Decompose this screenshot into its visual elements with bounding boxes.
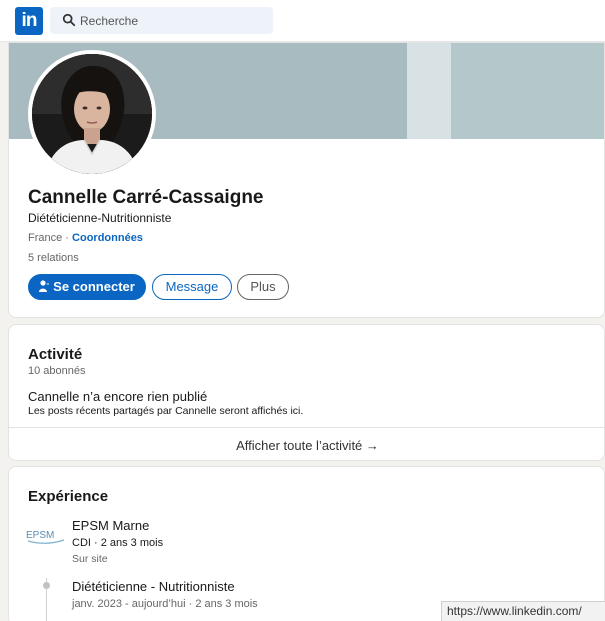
connect-button[interactable]: Se connecter — [28, 274, 146, 300]
activity-card: Activité 10 abonnés Cannelle n’a encore … — [8, 324, 605, 461]
contract-duration: CDI · 2 ans 3 mois — [72, 537, 164, 549]
banner-panel-right — [451, 43, 604, 139]
top-navigation: in — [0, 0, 605, 42]
connect-button-label: Se connecter — [53, 279, 135, 294]
profile-name: Cannelle Carré-Cassaigne — [28, 187, 264, 208]
message-button[interactable]: Message — [152, 274, 232, 300]
company-logo[interactable]: EPSM — [26, 526, 66, 548]
company-name[interactable]: EPSM Marne — [72, 518, 149, 533]
role-dates: janv. 2023 - aujourd’hui · 2 ans 3 mois — [72, 598, 258, 610]
status-bar-url: https://www.linkedin.com/ — [441, 601, 605, 621]
search-bar[interactable] — [50, 7, 273, 34]
activity-divider — [9, 427, 604, 428]
profile-location: France — [28, 232, 63, 244]
role-title: Diététicienne - Nutritionniste — [72, 579, 235, 594]
avatar-photo — [32, 54, 152, 174]
activity-title: Activité — [28, 346, 83, 363]
timeline-dot — [43, 582, 50, 589]
relations-count[interactable]: 5 relations — [28, 252, 79, 264]
add-person-icon — [39, 280, 50, 292]
search-input[interactable] — [80, 10, 265, 31]
activity-empty-description: Les posts récents partagés par Cannelle … — [28, 405, 304, 417]
show-all-activity-button[interactable]: Afficher toute l’activité → — [9, 438, 604, 453]
profile-card: Cannelle Carré-Cassaigne Diététicienne-N… — [8, 42, 605, 318]
location-separator: · — [62, 232, 73, 244]
experience-title: Expérience — [28, 488, 109, 505]
company-logo-text: EPSM — [26, 530, 54, 541]
work-location-type: Sur site — [72, 553, 108, 565]
banner-panel-middle — [407, 43, 451, 139]
profile-avatar[interactable] — [28, 50, 156, 178]
followers-count: 10 abonnés — [28, 365, 86, 377]
location-row: France · Coordonnées — [28, 232, 143, 244]
search-icon — [62, 13, 76, 27]
contact-info-link[interactable]: Coordonnées — [72, 232, 143, 244]
experience-card: Expérience EPSM EPSM Marne CDI · 2 ans 3… — [8, 466, 605, 621]
more-button[interactable]: Plus — [237, 274, 289, 300]
profile-headline: Diététicienne-Nutritionniste — [28, 211, 172, 225]
linkedin-logo-icon[interactable]: in — [15, 7, 43, 35]
activity-empty-title: Cannelle n’a encore rien publié — [28, 389, 208, 404]
